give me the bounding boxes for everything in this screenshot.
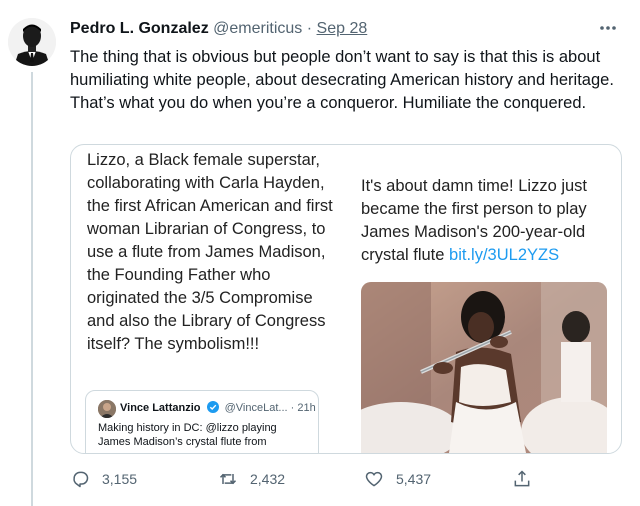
like-count: 5,437 [396, 471, 432, 487]
share-button[interactable] [512, 466, 544, 492]
cropped-text-fragment [371, 145, 451, 150]
quoted-tweet-card: Vince Lattanzio @VinceLat... · 21h Makin… [85, 390, 319, 453]
tweet-date[interactable]: Sep 28 [317, 20, 368, 37]
embedded-tweet-text-right: It's about damn time! Lizzo just became … [361, 175, 609, 267]
like-button[interactable]: 5,437 [364, 466, 431, 492]
embedded-link[interactable]: bit.ly/3UL2YZS [449, 246, 559, 264]
screenshot-right-panel: It's about damn time! Lizzo just became … [341, 145, 621, 453]
tweet-actions: 3,155 2,432 5,437 [70, 466, 590, 492]
quoted-author-avatar [98, 400, 116, 418]
tweet[interactable]: Pedro L. Gonzalez @emeriticus · Sep 28 T… [0, 0, 640, 506]
quoted-header: Vince Lattanzio @VinceLat... · 21h [120, 401, 316, 416]
reply-icon [73, 471, 89, 488]
tweet-header: Pedro L. Gonzalez @emeriticus · Sep 28 [70, 20, 600, 44]
quoted-author-handle: @VinceLat... [224, 402, 288, 414]
retweet-icon [219, 473, 237, 485]
tweet-text: The thing that is obvious but people don… [70, 48, 614, 112]
share-icon [514, 470, 530, 487]
quoted-author-name: Vince Lattanzio [120, 402, 201, 414]
quoted-separator: · [290, 402, 295, 414]
more-options-button[interactable] [598, 18, 618, 44]
quoted-time: 21h [297, 402, 316, 414]
author-handle[interactable]: @emeriticus [213, 20, 302, 37]
lizzo-flute-photo[interactable] [361, 282, 607, 453]
more-horizontal-icon [600, 26, 616, 30]
author-avatar[interactable] [8, 18, 56, 66]
screenshot-left-panel: Lizzo, a Black female superstar, collabo… [71, 145, 341, 453]
heart-icon [365, 471, 383, 487]
verified-badge-icon [206, 401, 219, 416]
quoted-tweet-text: Making history in DC: @lizzo playing Jam… [98, 422, 277, 448]
media-card[interactable]: Lizzo, a Black female superstar, collabo… [70, 144, 622, 454]
embedded-tweet-text: Lizzo, a Black female superstar, collabo… [87, 151, 333, 353]
retweet-count: 2,432 [250, 471, 286, 487]
reply-count: 3,155 [102, 471, 138, 487]
thread-line [31, 72, 33, 506]
reply-button[interactable]: 3,155 [70, 466, 137, 492]
retweet-button[interactable]: 2,432 [218, 466, 285, 492]
author-name[interactable]: Pedro L. Gonzalez [70, 20, 209, 37]
header-separator: · [306, 20, 313, 37]
